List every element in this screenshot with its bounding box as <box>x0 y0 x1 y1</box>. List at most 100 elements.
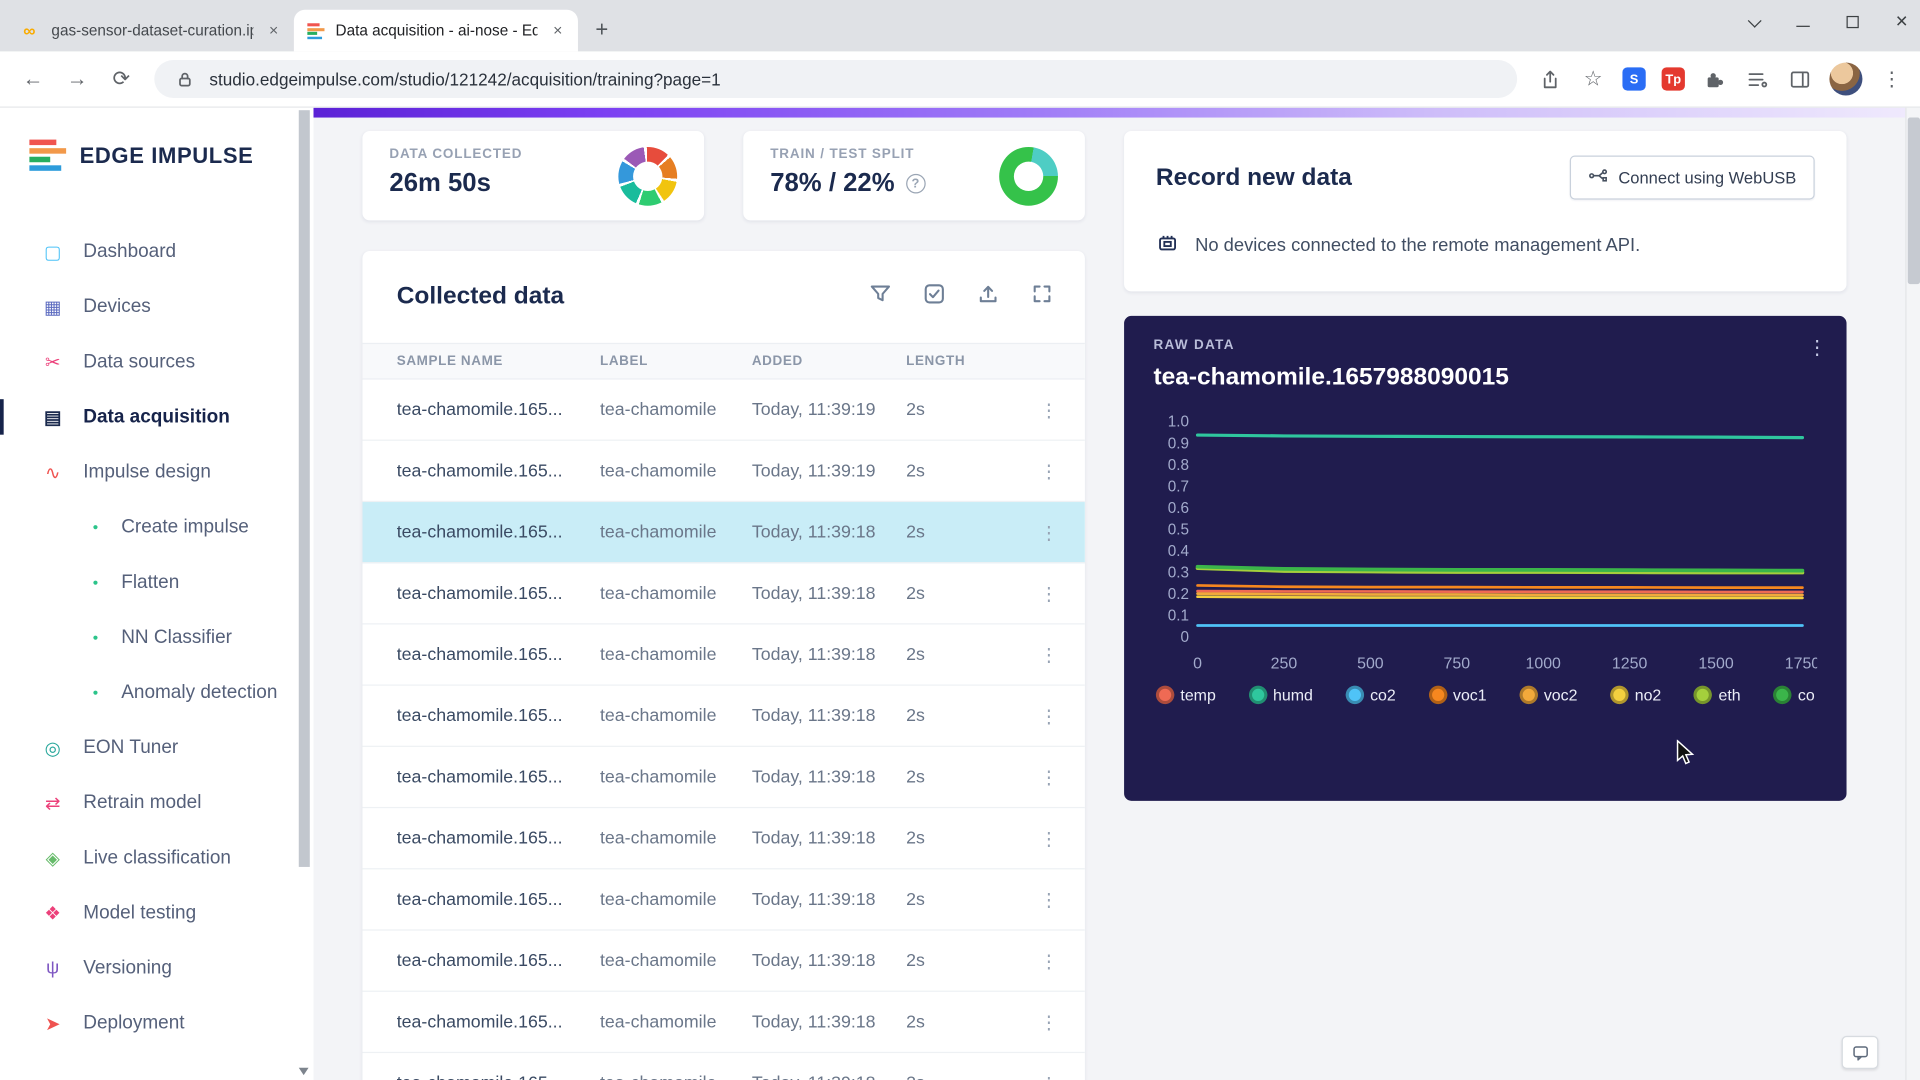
retrain-model-icon: ⇄ <box>40 792 64 814</box>
sidebar-item[interactable]: ● Anomaly detection <box>0 665 313 720</box>
deployment-icon: ➤ <box>40 1012 64 1034</box>
row-menu-icon[interactable]: ⋮ <box>1040 827 1058 849</box>
reload-icon[interactable]: ⟳ <box>103 61 140 98</box>
row-menu-icon[interactable]: ⋮ <box>1040 460 1058 482</box>
forward-icon[interactable]: → <box>59 61 96 98</box>
table-row[interactable]: tea-chamomile.165... tea-chamomile Today… <box>362 624 1084 685</box>
tab-close-icon[interactable]: × <box>263 20 284 41</box>
sidebar-scroll-down-icon[interactable] <box>299 1068 309 1075</box>
page-scrollbar[interactable] <box>1905 108 1920 1080</box>
new-tab-button[interactable]: + <box>585 13 618 46</box>
dashboard-icon: ▢ <box>40 241 64 263</box>
table-row[interactable]: tea-chamomile.165... tea-chamomile Today… <box>362 747 1084 808</box>
legend-item[interactable]: voc1 <box>1429 686 1487 704</box>
sidebar-item[interactable]: ∿ Impulse design <box>0 444 313 499</box>
browser-tab[interactable]: gas-sensor-dataset-curation.ipyn × <box>10 10 294 52</box>
sidebar-scrollbar[interactable] <box>299 110 310 1077</box>
tab-close-icon[interactable]: × <box>547 20 568 41</box>
extension-icon[interactable]: Tp <box>1662 67 1685 90</box>
table-row[interactable]: tea-chamomile.165... tea-chamomile Today… <box>362 808 1084 869</box>
url-bar[interactable]: studio.edgeimpulse.com/studio/121242/acq… <box>154 60 1517 98</box>
row-menu-icon[interactable]: ⋮ <box>1040 1072 1058 1080</box>
playlist-icon[interactable] <box>1744 66 1771 93</box>
back-icon[interactable]: ← <box>15 61 52 98</box>
raw-data-menu-icon[interactable]: ⋮ <box>1807 336 1827 360</box>
sidebar-item[interactable]: ● Create impulse <box>0 500 313 555</box>
legend-item[interactable]: co2 <box>1346 686 1396 704</box>
legend-item[interactable]: eth <box>1694 686 1741 704</box>
sample-length: 2s <box>906 828 1009 848</box>
sample-added: Today, 11:39:19 <box>752 461 906 481</box>
row-menu-icon[interactable]: ⋮ <box>1040 1011 1058 1033</box>
sample-length: 2s <box>906 1012 1009 1032</box>
sidebar-item[interactable]: ❖ Model testing <box>0 885 313 940</box>
sidebar-item-label: Data acquisition <box>83 406 230 428</box>
webusb-icon <box>1588 167 1609 189</box>
sample-added: Today, 11:39:18 <box>752 706 906 726</box>
anomaly-detection-dot-icon: ● <box>88 687 103 698</box>
sidebar-item[interactable]: ● NN Classifier <box>0 610 313 665</box>
window-dropdown-icon[interactable] <box>1748 13 1762 27</box>
legend-item[interactable]: co <box>1773 686 1814 704</box>
sidebar-item[interactable]: ⇄ Retrain model <box>0 775 313 830</box>
legend-item[interactable]: temp <box>1156 686 1216 704</box>
sample-length: 2s <box>906 583 1009 603</box>
table-row[interactable]: tea-chamomile.165... tea-chamomile Today… <box>362 869 1084 930</box>
extensions-puzzle-icon[interactable] <box>1701 66 1728 93</box>
bookmark-star-icon[interactable]: ☆ <box>1580 66 1607 93</box>
sidebar-item[interactable]: ▢ Dashboard <box>0 224 313 279</box>
table-row[interactable]: tea-chamomile.165... tea-chamomile Today… <box>362 992 1084 1053</box>
row-menu-icon[interactable]: ⋮ <box>1040 399 1058 421</box>
row-menu-icon[interactable]: ⋮ <box>1040 705 1058 727</box>
sidebar-item[interactable]: ✂ Data sources <box>0 334 313 389</box>
table-row[interactable]: tea-chamomile.165... tea-chamomile Today… <box>362 380 1084 441</box>
sample-name: tea-chamomile.165... <box>397 461 600 481</box>
legend-item[interactable]: humd <box>1249 686 1313 704</box>
sidebar-item[interactable]: ➤ Deployment <box>0 996 313 1051</box>
sidebar-item[interactable]: ▦ Devices <box>0 279 313 334</box>
legend-item[interactable]: no2 <box>1610 686 1661 704</box>
train-test-split-value: 78% / 22% <box>770 169 894 198</box>
connect-webusb-button[interactable]: Connect using WebUSB <box>1569 156 1814 200</box>
table-row[interactable]: tea-chamomile.165... tea-chamomile Today… <box>362 502 1084 563</box>
table-row[interactable]: tea-chamomile.165... tea-chamomile Today… <box>362 931 1084 992</box>
table-row[interactable]: tea-chamomile.165... tea-chamomile Today… <box>362 1053 1084 1080</box>
expand-icon[interactable] <box>1031 283 1053 311</box>
row-menu-icon[interactable]: ⋮ <box>1040 950 1058 972</box>
legend-item[interactable]: voc2 <box>1519 686 1577 704</box>
select-all-icon[interactable] <box>923 283 945 311</box>
extension-icon[interactable]: S <box>1622 67 1645 90</box>
sidebar-scrollbar-thumb[interactable] <box>299 110 310 867</box>
row-menu-icon[interactable]: ⋮ <box>1040 888 1058 910</box>
window-close-button[interactable]: × <box>1896 13 1908 30</box>
feedback-button[interactable] <box>1842 1036 1879 1069</box>
table-row[interactable]: tea-chamomile.165... tea-chamomile Today… <box>362 686 1084 747</box>
table-row[interactable]: tea-chamomile.165... tea-chamomile Today… <box>362 563 1084 624</box>
share-icon[interactable] <box>1537 66 1564 93</box>
sample-label: tea-chamomile <box>600 828 752 848</box>
upload-icon[interactable] <box>977 283 999 311</box>
row-menu-icon[interactable]: ⋮ <box>1040 643 1058 665</box>
sidebar-item-label: Flatten <box>121 571 179 593</box>
help-icon[interactable]: ? <box>906 174 926 194</box>
sample-added: Today, 11:39:18 <box>752 1073 906 1080</box>
browser-menu-icon[interactable]: ⋮ <box>1878 66 1905 93</box>
sidebar-item[interactable]: ◎ EON Tuner <box>0 720 313 775</box>
page-scrollbar-thumb[interactable] <box>1908 118 1920 285</box>
sidebar-item[interactable]: ψ Versioning <box>0 940 313 995</box>
row-menu-icon[interactable]: ⋮ <box>1040 766 1058 788</box>
row-menu-icon[interactable]: ⋮ <box>1040 521 1058 543</box>
filter-icon[interactable] <box>869 283 891 311</box>
table-row[interactable]: tea-chamomile.165... tea-chamomile Today… <box>362 441 1084 502</box>
profile-avatar[interactable] <box>1829 62 1862 95</box>
window-minimize-button[interactable] <box>1796 25 1809 26</box>
window-maximize-button[interactable] <box>1847 16 1859 28</box>
edgeimpulse-icon <box>307 22 325 39</box>
sidebar-item[interactable]: ▤ Data acquisition <box>0 389 313 444</box>
browser-tab[interactable]: Data acquisition - ai-nose - Edge × <box>294 10 578 52</box>
row-menu-icon[interactable]: ⋮ <box>1040 582 1058 604</box>
browser-window: gas-sensor-dataset-curation.ipyn × Data … <box>0 0 1920 1080</box>
side-panel-icon[interactable] <box>1787 66 1814 93</box>
sidebar-item[interactable]: ● Flatten <box>0 555 313 610</box>
sidebar-item[interactable]: ◈ Live classification <box>0 830 313 885</box>
